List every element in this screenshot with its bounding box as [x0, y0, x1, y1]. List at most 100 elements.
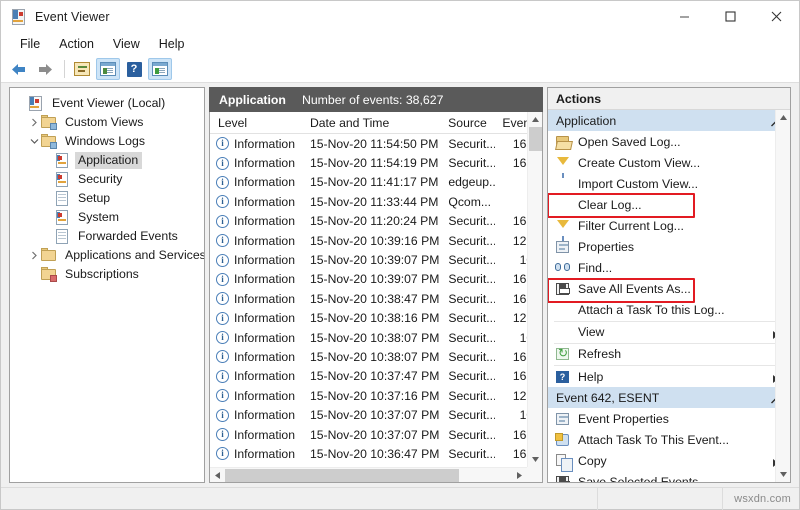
event-row[interactable]: iInformation15-Nov-20 10:36:47 PMSecurit…: [210, 444, 542, 463]
event-row[interactable]: iInformation15-Nov-20 10:38:07 PMSecurit…: [210, 328, 542, 347]
action-refresh[interactable]: Refresh: [548, 344, 790, 365]
maximize-button[interactable]: [707, 1, 753, 32]
tree-expander-collapsed-icon[interactable]: [27, 248, 41, 264]
event-row[interactable]: iInformation15-Nov-20 10:39:07 PMSecurit…: [210, 270, 542, 289]
event-row[interactable]: iInformation15-Nov-20 11:41:17 PMedgeup.…: [210, 173, 542, 192]
menu-view[interactable]: View: [104, 34, 149, 54]
menu-file[interactable]: File: [11, 34, 49, 54]
action-attach-task-to-this-event[interactable]: Attach Task To This Event...: [548, 429, 790, 450]
column-header-source[interactable]: Source: [440, 116, 494, 130]
tree-expander[interactable]: [40, 153, 54, 169]
information-icon: i: [216, 215, 229, 228]
scroll-down-icon[interactable]: [528, 452, 543, 467]
show-hide-action-pane-button[interactable]: [148, 58, 172, 80]
action-save-all-events-as[interactable]: Save All Events As...: [548, 279, 790, 300]
back-button[interactable]: [7, 58, 31, 80]
column-header-level[interactable]: Level: [210, 116, 302, 130]
action-event-properties[interactable]: Event Properties: [548, 408, 790, 429]
event-row[interactable]: iInformation15-Nov-20 11:20:24 PMSecurit…: [210, 212, 542, 231]
vertical-scroll-thumb[interactable]: [529, 127, 542, 151]
action-attach-a-task-to-this-log[interactable]: Attach a Task To this Log...: [548, 300, 790, 321]
scroll-left-icon[interactable]: [210, 468, 225, 483]
tree-item-application[interactable]: Application: [10, 151, 204, 170]
cell-date-and-time: 15-Nov-20 11:20:24 PM: [302, 214, 440, 228]
tree-item-security[interactable]: Security: [10, 170, 204, 189]
action-icon-slot: [554, 134, 572, 150]
action-label: Help: [578, 370, 603, 384]
tree-expander[interactable]: [40, 191, 54, 207]
scroll-up-icon[interactable]: [528, 112, 543, 127]
action-open-saved-log[interactable]: Open Saved Log...: [548, 131, 790, 152]
information-icon: i: [216, 312, 229, 325]
action-filter-current-log[interactable]: Filter Current Log...: [548, 215, 790, 236]
cell-level-text: Information: [234, 214, 295, 228]
menu-action[interactable]: Action: [50, 34, 103, 54]
minimize-button[interactable]: [661, 1, 707, 32]
funnel-icon: [557, 157, 569, 165]
event-row[interactable]: iInformation15-Nov-20 10:37:07 PMSecurit…: [210, 405, 542, 424]
event-row[interactable]: iInformation15-Nov-20 11:54:19 PMSecurit…: [210, 153, 542, 172]
tree-item-windows-logs[interactable]: Windows Logs: [10, 132, 204, 151]
event-row[interactable]: iInformation15-Nov-20 11:54:50 PMSecurit…: [210, 134, 542, 153]
close-button[interactable]: [753, 1, 799, 32]
actions-section-header-application[interactable]: Application: [548, 110, 790, 131]
export-list-button[interactable]: [70, 58, 94, 80]
actions-vertical-scrollbar[interactable]: [775, 110, 790, 482]
event-row[interactable]: iInformation15-Nov-20 10:39:16 PMSecurit…: [210, 231, 542, 250]
tree-item-forwarded-events[interactable]: Forwarded Events: [10, 227, 204, 246]
tree-expander[interactable]: [40, 210, 54, 226]
action-view[interactable]: View: [548, 322, 790, 343]
tree-item-event-viewer-local[interactable]: Event Viewer (Local): [10, 94, 204, 113]
cell-level-text: Information: [234, 234, 295, 248]
column-header-date-and-time[interactable]: Date and Time: [302, 116, 440, 130]
folder-windows-logs-icon: [41, 134, 57, 149]
menu-bar: File Action View Help: [1, 32, 799, 56]
tree-expander[interactable]: [14, 96, 28, 112]
scroll-right-icon[interactable]: [512, 468, 527, 483]
action-help[interactable]: ?Help: [548, 366, 790, 387]
event-list-body[interactable]: Level Date and Time Source Event I iInfo…: [209, 112, 543, 483]
show-hide-console-tree-button[interactable]: [96, 58, 120, 80]
action-copy[interactable]: Copy: [548, 450, 790, 471]
tree-expander[interactable]: [27, 267, 41, 283]
log-security-icon: [54, 172, 70, 187]
tree-item-setup[interactable]: Setup: [10, 189, 204, 208]
event-row[interactable]: iInformation15-Nov-20 11:33:44 PMQcom...: [210, 192, 542, 211]
tree-item-applications-and-services-logs[interactable]: Applications and Services Logs: [10, 246, 204, 265]
event-row[interactable]: iInformation15-Nov-20 10:38:47 PMSecurit…: [210, 289, 542, 308]
event-row[interactable]: iInformation15-Nov-20 10:37:16 PMSecurit…: [210, 386, 542, 405]
help-button[interactable]: ?: [122, 58, 146, 80]
menu-help[interactable]: Help: [150, 34, 194, 54]
tree-expander[interactable]: [40, 229, 54, 245]
tree-item-custom-views[interactable]: Custom Views: [10, 113, 204, 132]
action-properties[interactable]: Properties: [548, 236, 790, 257]
event-row[interactable]: iInformation15-Nov-20 10:38:16 PMSecurit…: [210, 309, 542, 328]
horizontal-scroll-thumb[interactable]: [225, 469, 459, 482]
cell-level: iInformation: [210, 311, 302, 325]
action-clear-log[interactable]: Clear Log...: [548, 194, 790, 215]
action-save-selected-events[interactable]: Save Selected Events...: [548, 471, 790, 483]
cell-level: iInformation: [210, 253, 302, 267]
action-find[interactable]: Find...: [548, 258, 790, 279]
tree-expander-collapsed-icon[interactable]: [27, 115, 41, 131]
tree-item-subscriptions[interactable]: Subscriptions: [10, 265, 204, 284]
event-row[interactable]: iInformation15-Nov-20 10:37:47 PMSecurit…: [210, 367, 542, 386]
tree-expander-expanded-icon[interactable]: [27, 134, 41, 150]
event-row[interactable]: iInformation15-Nov-20 10:38:07 PMSecurit…: [210, 347, 542, 366]
actions-scroll-down-icon[interactable]: [776, 467, 791, 482]
event-row[interactable]: iInformation15-Nov-20 10:39:07 PMSecurit…: [210, 250, 542, 269]
actions-section-header-event-642-esent[interactable]: Event 642, ESENT: [548, 387, 790, 408]
action-icon-slot: [554, 302, 572, 318]
properties-icon: [556, 241, 569, 253]
action-import-custom-view[interactable]: Import Custom View...: [548, 173, 790, 194]
event-row[interactable]: iInformation15-Nov-20 10:37:07 PMSecurit…: [210, 425, 542, 444]
event-list-vertical-scrollbar[interactable]: [527, 112, 542, 467]
forward-button[interactable]: [33, 58, 57, 80]
event-list-horizontal-scrollbar[interactable]: [210, 467, 527, 482]
tree-expander[interactable]: [40, 172, 54, 188]
action-create-custom-view[interactable]: Create Custom View...: [548, 152, 790, 173]
action-label: Filter Current Log...: [578, 219, 684, 233]
actions-scroll-up-icon[interactable]: [776, 110, 791, 125]
console-tree-panel[interactable]: Event Viewer (Local)Custom ViewsWindows …: [9, 87, 205, 483]
tree-item-system[interactable]: System: [10, 208, 204, 227]
